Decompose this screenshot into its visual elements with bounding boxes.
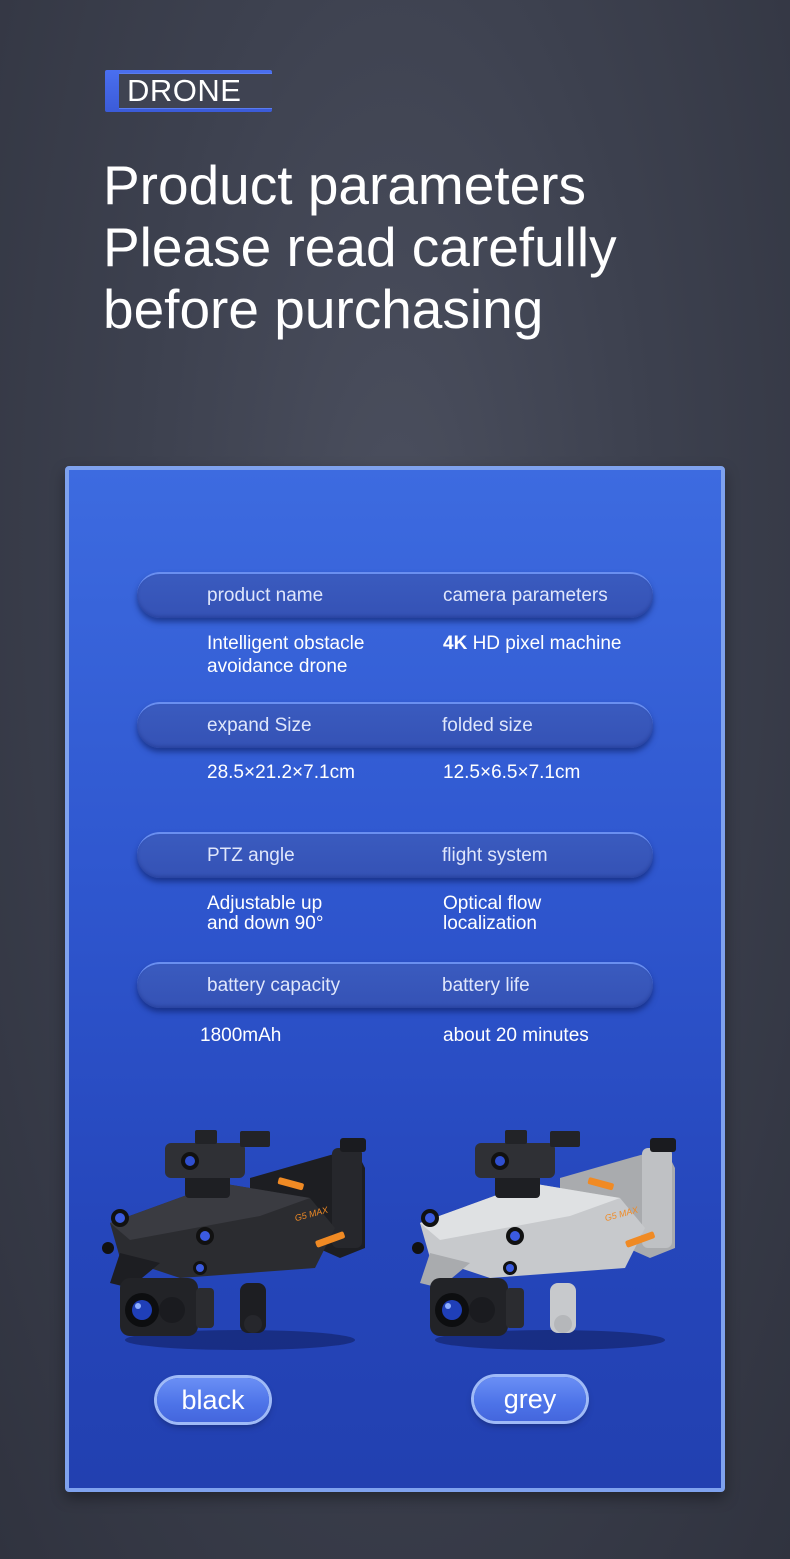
headline-line-3: before purchasing — [103, 278, 544, 340]
drone-badge: DRONE — [105, 70, 272, 112]
spec-header-3: PTZ angle flight system — [137, 832, 653, 878]
label-ptz-angle: PTZ angle — [207, 845, 295, 866]
value-product-name: Intelligent obstacle avoidance drone — [207, 633, 365, 677]
headline-line-1: Product parameters — [103, 154, 586, 216]
value-battery-life: about 20 minutes — [443, 1025, 589, 1046]
color-option-black-button[interactable]: black — [157, 1378, 269, 1422]
value-battery-capacity: 1800mAh — [200, 1025, 282, 1046]
value-folded-size: 12.5×6.5×7.1cm — [443, 762, 581, 783]
spec-header-2: expand Size folded size — [137, 702, 653, 748]
spec-header-4: battery capacity battery life — [137, 962, 653, 1008]
grey-drone-image: G5 MAX — [412, 1130, 676, 1350]
badge-text: DRONE — [127, 73, 242, 108]
label-product-name: product name — [207, 585, 324, 606]
label-camera-parameters: camera parameters — [443, 585, 608, 606]
label-flight-system: flight system — [442, 845, 548, 866]
headline-line-2: Please read carefully — [103, 216, 617, 278]
color-option-grey-button[interactable]: grey — [474, 1377, 586, 1421]
label-expand-size: expand Size — [207, 715, 312, 736]
value-camera-parameters: 4K HD pixel machine — [443, 633, 622, 654]
spec-header-1: product name camera parameters — [137, 572, 653, 618]
value-expand-size: 28.5×21.2×7.1cm — [207, 762, 355, 783]
label-folded-size: folded size — [442, 715, 533, 736]
label-battery-life: battery life — [442, 975, 530, 996]
value-flight-system: Optical flow localization — [443, 893, 542, 934]
page-title: Product parameters Please read carefully… — [103, 154, 723, 340]
black-drone-image: G5 MAX — [102, 1130, 366, 1350]
value-ptz-angle: Adjustable up and down 90° — [207, 893, 324, 934]
label-battery-capacity: battery capacity — [207, 975, 341, 996]
